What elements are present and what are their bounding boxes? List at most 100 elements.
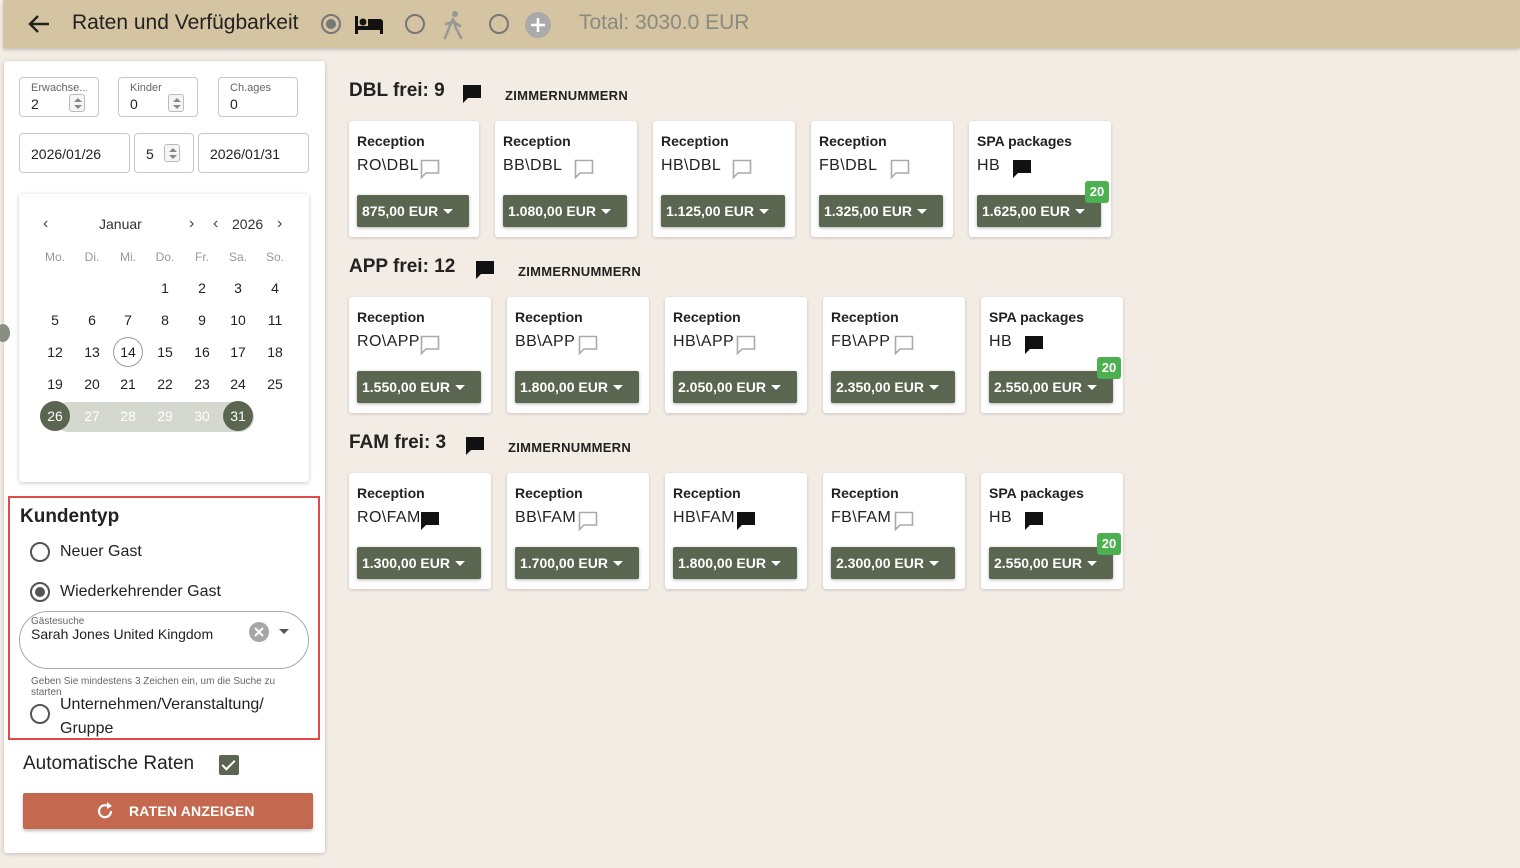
calendar-day[interactable]: 27 — [74, 401, 110, 431]
room-numbers-link[interactable]: ZIMMERNUMMERN — [518, 264, 641, 279]
clear-icon[interactable] — [249, 622, 269, 642]
chevron-down-icon[interactable] — [279, 629, 289, 634]
calendar-day[interactable]: 24 — [220, 369, 256, 399]
note-icon[interactable] — [893, 510, 915, 537]
calendar-day[interactable]: 15 — [147, 337, 183, 367]
note-icon[interactable] — [573, 158, 595, 185]
calendar-day[interactable]: 8 — [147, 305, 183, 335]
adults-stepper[interactable] — [69, 94, 85, 112]
calendar-day[interactable]: 25 — [257, 369, 293, 399]
comment-icon[interactable] — [464, 435, 486, 462]
note-icon[interactable] — [893, 334, 915, 361]
guest-search-field[interactable]: Gästesuche Sarah Jones United Kingdom — [19, 611, 309, 669]
departure-date-field[interactable]: 2026/01/31 — [198, 133, 309, 173]
price-dropdown-button[interactable]: 2.550,00 EUR — [989, 547, 1113, 579]
mode-radio-room[interactable] — [321, 14, 341, 34]
rate-card: Reception RO\DBL 875,00 EUR — [349, 121, 479, 237]
price-dropdown-button[interactable]: 1.300,00 EUR — [357, 547, 481, 579]
price-dropdown-button[interactable]: 2.550,00 EUR — [989, 371, 1113, 403]
calendar-day[interactable]: 20 — [74, 369, 110, 399]
price-dropdown-button[interactable]: 2.050,00 EUR — [673, 371, 797, 403]
drawer-handle[interactable] — [0, 324, 10, 342]
price-dropdown-button[interactable]: 1.800,00 EUR — [515, 371, 639, 403]
caret-down-icon — [771, 385, 781, 390]
price-dropdown-button[interactable]: 2.350,00 EUR — [831, 371, 955, 403]
calendar-day[interactable]: 6 — [74, 305, 110, 335]
calendar-day[interactable]: 13 — [74, 337, 110, 367]
next-month-icon[interactable]: › — [189, 215, 194, 233]
rate-code: HB — [977, 157, 1001, 174]
note-icon[interactable] — [1023, 334, 1045, 361]
arrival-date-field[interactable]: 2026/01/26 — [19, 133, 130, 173]
price-value: 2.300,00 EUR — [836, 555, 924, 571]
price-dropdown-button[interactable]: 1.550,00 EUR — [357, 371, 481, 403]
back-arrow-icon[interactable] — [25, 12, 53, 36]
note-icon[interactable] — [735, 510, 757, 537]
note-icon[interactable] — [419, 510, 441, 537]
auto-rates-label: Automatische Raten — [23, 753, 195, 774]
note-icon[interactable] — [735, 334, 757, 361]
price-dropdown-button[interactable]: 1.625,00 EUR — [977, 195, 1101, 227]
calendar-day[interactable]: 2 — [184, 273, 220, 303]
price-dropdown-button[interactable]: 1.800,00 EUR — [673, 547, 797, 579]
calendar-day[interactable]: 17 — [220, 337, 256, 367]
radio-returning-guest[interactable] — [30, 582, 50, 602]
price-dropdown-button[interactable]: 1.080,00 EUR — [503, 195, 627, 227]
calendar-day[interactable]: 12 — [37, 337, 73, 367]
calendar-day[interactable]: 7 — [110, 305, 146, 335]
calendar-day[interactable]: 28 — [110, 401, 146, 431]
calendar-day[interactable]: 31 — [223, 401, 253, 431]
price-dropdown-button[interactable]: 1.325,00 EUR — [819, 195, 943, 227]
mode-radio-extra[interactable] — [489, 14, 509, 34]
auto-rates-checkbox[interactable] — [219, 755, 239, 775]
price-dropdown-button[interactable]: 1.125,00 EUR — [661, 195, 785, 227]
calendar-day[interactable]: 23 — [184, 369, 220, 399]
children-stepper[interactable] — [168, 94, 184, 112]
price-dropdown-button[interactable]: 1.700,00 EUR — [515, 547, 639, 579]
radio-new-guest[interactable] — [30, 542, 50, 562]
child-ages-field[interactable]: Ch.ages 0 — [218, 77, 298, 117]
calendar-day[interactable]: 18 — [257, 337, 293, 367]
calendar-day[interactable]: 21 — [110, 369, 146, 399]
prev-year-icon[interactable]: ‹ — [213, 215, 218, 233]
show-rates-button[interactable]: RATEN ANZEIGEN — [23, 793, 313, 829]
calendar-day[interactable]: 10 — [220, 305, 256, 335]
note-icon[interactable] — [577, 334, 599, 361]
children-field[interactable]: Kinder 0 — [118, 77, 198, 117]
adults-label: Erwachse... — [31, 82, 87, 94]
calendar-day[interactable]: 30 — [184, 401, 220, 431]
nights-stepper[interactable] — [164, 144, 180, 162]
next-year-icon[interactable]: › — [277, 215, 282, 233]
calendar-day[interactable]: 22 — [147, 369, 183, 399]
calendar-day[interactable]: 14 — [113, 337, 143, 367]
note-icon[interactable] — [419, 334, 441, 361]
calendar-day[interactable]: 5 — [37, 305, 73, 335]
note-icon[interactable] — [889, 158, 911, 185]
calendar-day[interactable]: 29 — [147, 401, 183, 431]
calendar-day[interactable]: 9 — [184, 305, 220, 335]
comment-icon[interactable] — [461, 83, 483, 110]
adults-field[interactable]: Erwachse... 2 — [19, 77, 99, 117]
calendar-day[interactable]: 26 — [40, 401, 70, 431]
calendar-day[interactable]: 16 — [184, 337, 220, 367]
note-icon[interactable] — [577, 510, 599, 537]
note-icon[interactable] — [1011, 158, 1033, 185]
calendar-day[interactable]: 11 — [257, 305, 293, 335]
rate-code: HB\FAM — [673, 509, 735, 526]
note-icon[interactable] — [731, 158, 753, 185]
calendar-day[interactable]: 3 — [220, 273, 256, 303]
mode-radio-walkin[interactable] — [405, 14, 425, 34]
nights-field[interactable]: 5 — [134, 133, 194, 173]
price-dropdown-button[interactable]: 2.300,00 EUR — [831, 547, 955, 579]
room-numbers-link[interactable]: ZIMMERNUMMERN — [508, 440, 631, 455]
price-dropdown-button[interactable]: 875,00 EUR — [357, 195, 469, 227]
comment-icon[interactable] — [474, 259, 496, 286]
calendar-day[interactable]: 19 — [37, 369, 73, 399]
note-icon[interactable] — [1023, 510, 1045, 537]
room-numbers-link[interactable]: ZIMMERNUMMERN — [505, 88, 628, 103]
calendar-day[interactable]: 4 — [257, 273, 293, 303]
note-icon[interactable] — [419, 158, 441, 185]
calendar-day[interactable]: 1 — [147, 273, 183, 303]
prev-month-icon[interactable]: ‹ — [43, 215, 48, 233]
radio-company-group[interactable] — [30, 704, 50, 724]
